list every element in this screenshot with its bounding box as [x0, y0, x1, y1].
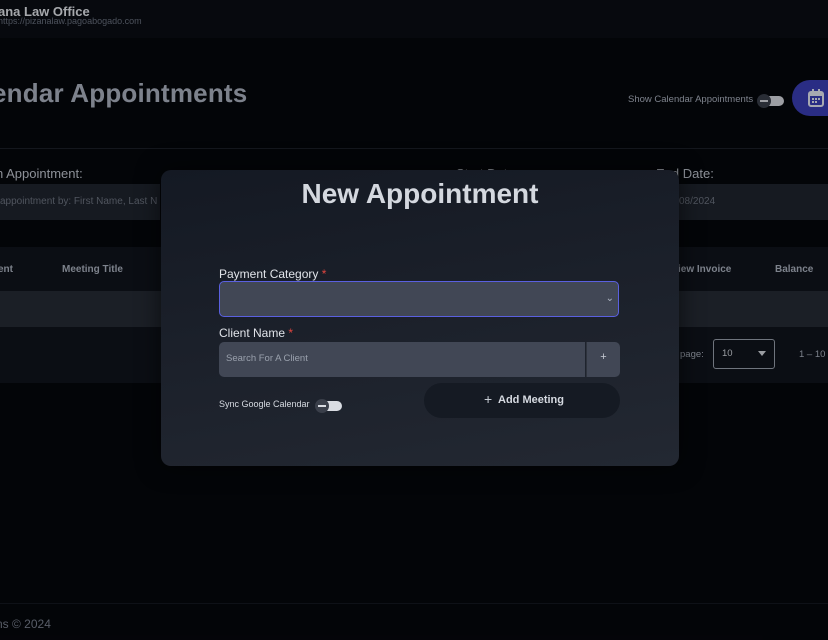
payment-category-label: Payment Category * — [219, 267, 326, 281]
client-search-input[interactable]: Search For A Client — [219, 342, 585, 377]
add-meeting-label: Add Meeting — [498, 394, 564, 406]
required-marker: * — [288, 326, 294, 340]
client-name-label-text: Client Name — [219, 326, 286, 340]
add-meeting-button[interactable]: + Add Meeting — [424, 383, 620, 418]
client-search-placeholder: Search For A Client — [226, 353, 308, 364]
payment-category-label-text: Payment Category — [219, 267, 319, 281]
plus-icon: + — [484, 391, 493, 407]
client-name-label: Client Name * — [219, 326, 293, 340]
toggle-knob — [315, 399, 329, 413]
chevron-down-icon: ⌄ — [605, 293, 614, 304]
required-marker: * — [321, 267, 327, 281]
plus-icon: + — [600, 351, 607, 363]
sync-google-calendar-label: Sync Google Calendar — [219, 399, 310, 409]
dialog-title: New Appointment — [301, 178, 539, 209]
sync-google-calendar-toggle[interactable] — [315, 399, 342, 413]
new-appointment-dialog: New Appointment Payment Category * ⌄ Cli… — [161, 170, 679, 466]
payment-category-select[interactable]: ⌄ — [219, 281, 619, 317]
add-client-button[interactable]: + — [586, 342, 620, 377]
